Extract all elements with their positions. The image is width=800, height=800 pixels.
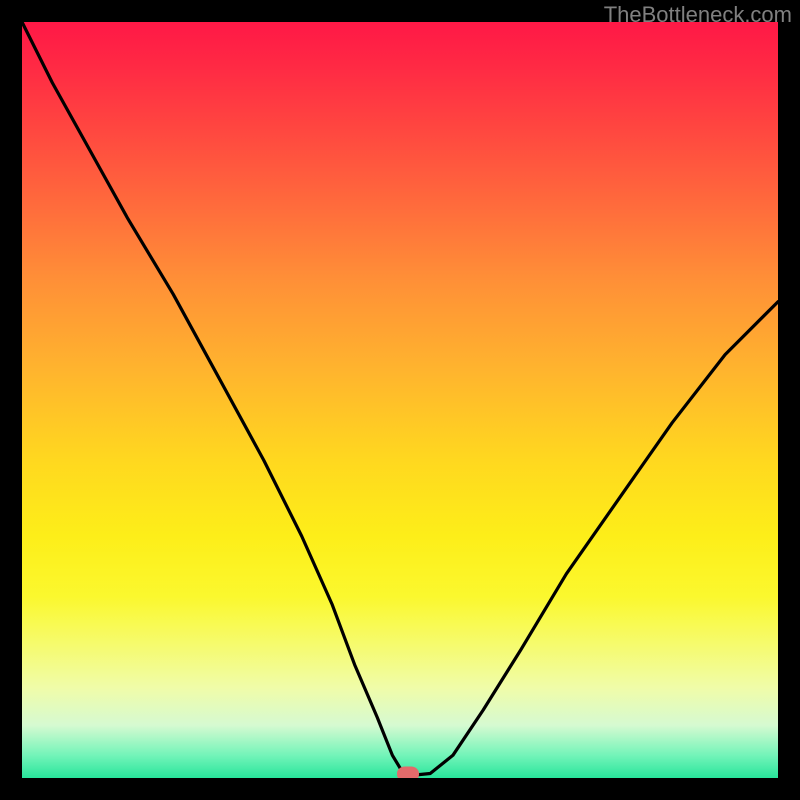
watermark-label: TheBottleneck.com bbox=[604, 2, 792, 28]
plot-area bbox=[22, 22, 778, 778]
bottleneck-curve bbox=[22, 22, 778, 778]
chart-frame: TheBottleneck.com bbox=[0, 0, 800, 800]
curve-path bbox=[22, 22, 778, 775]
optimal-point-marker bbox=[397, 767, 419, 778]
